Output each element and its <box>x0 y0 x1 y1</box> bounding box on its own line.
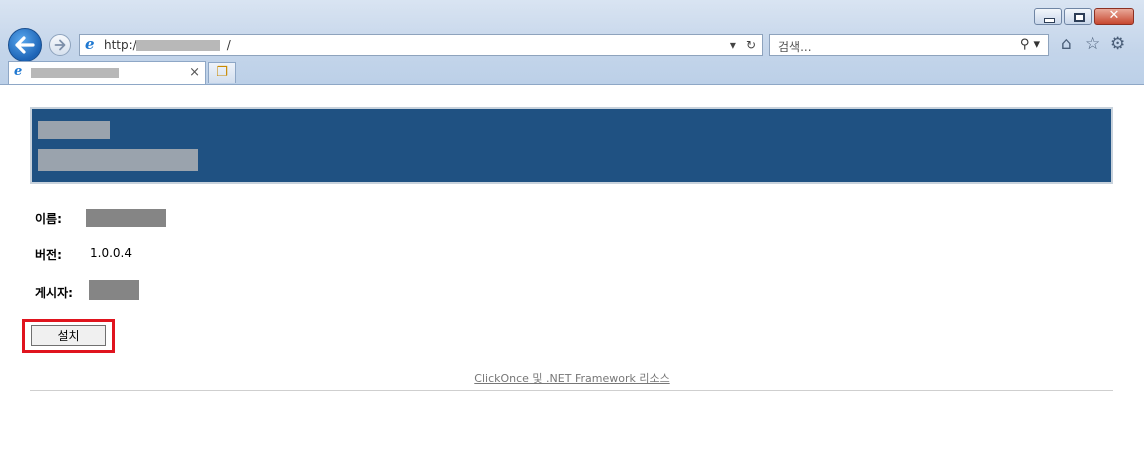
address-bar[interactable]: e http:/// ▾ ↻ <box>79 34 763 56</box>
address-tools: ▾ ↻ <box>730 38 756 52</box>
publisher-label: 게시자: <box>35 286 73 300</box>
install-button[interactable]: 설치 <box>31 325 106 346</box>
back-button[interactable] <box>8 28 42 62</box>
back-arrow-icon <box>15 36 35 54</box>
new-tab-icon: ❐ <box>216 65 228 80</box>
close-window-button[interactable]: ✕ <box>1094 8 1134 25</box>
app-name-redaction <box>38 121 110 139</box>
close-icon: ✕ <box>1108 8 1120 23</box>
forward-arrow-icon <box>54 39 66 51</box>
name-label: 이름: <box>35 212 62 226</box>
app-subtitle-redaction <box>38 149 198 171</box>
browser-chrome: ✕ e http:/// ▾ ↻ 검색... ⚲ ▾ ⌂ ☆ ⚙ e × ❐ <box>0 0 1144 85</box>
gear-icon[interactable]: ⚙ <box>1110 34 1125 54</box>
maximize-icon <box>1074 13 1085 22</box>
window-controls: ✕ <box>1034 8 1134 25</box>
home-icon[interactable]: ⌂ <box>1061 34 1072 54</box>
tab-title-redaction <box>31 68 119 78</box>
app-header-banner <box>30 107 1113 184</box>
version-label: 버전: <box>35 248 62 262</box>
forward-button[interactable] <box>49 34 71 56</box>
new-tab-button[interactable]: ❐ <box>208 62 236 83</box>
ie-page-icon: e <box>85 35 95 53</box>
search-box[interactable]: 검색... ⚲ ▾ <box>769 34 1049 56</box>
version-value: 1.0.0.4 <box>90 246 132 260</box>
ie-tab-icon: e <box>14 64 23 79</box>
maximize-button[interactable] <box>1064 8 1092 25</box>
name-value-redaction <box>86 209 166 227</box>
favorites-star-icon[interactable]: ☆ <box>1085 34 1100 54</box>
search-icon[interactable]: ⚲ ▾ <box>1020 37 1040 52</box>
dropdown-arrow-icon[interactable]: ▾ <box>730 38 736 52</box>
search-placeholder: 검색... <box>778 40 812 54</box>
tab-close-icon[interactable]: × <box>189 65 200 80</box>
minimize-button[interactable] <box>1034 8 1062 25</box>
address-suffix: / <box>226 38 231 52</box>
resources-link[interactable]: ClickOnce 및 .NET Framework 리소스 <box>0 370 1144 386</box>
divider <box>30 390 1113 391</box>
publisher-value-redaction <box>89 280 139 300</box>
browser-tab[interactable]: e × <box>8 61 206 84</box>
minimize-icon <box>1044 18 1055 23</box>
address-redaction <box>136 40 220 51</box>
refresh-icon[interactable]: ↻ <box>746 38 756 52</box>
